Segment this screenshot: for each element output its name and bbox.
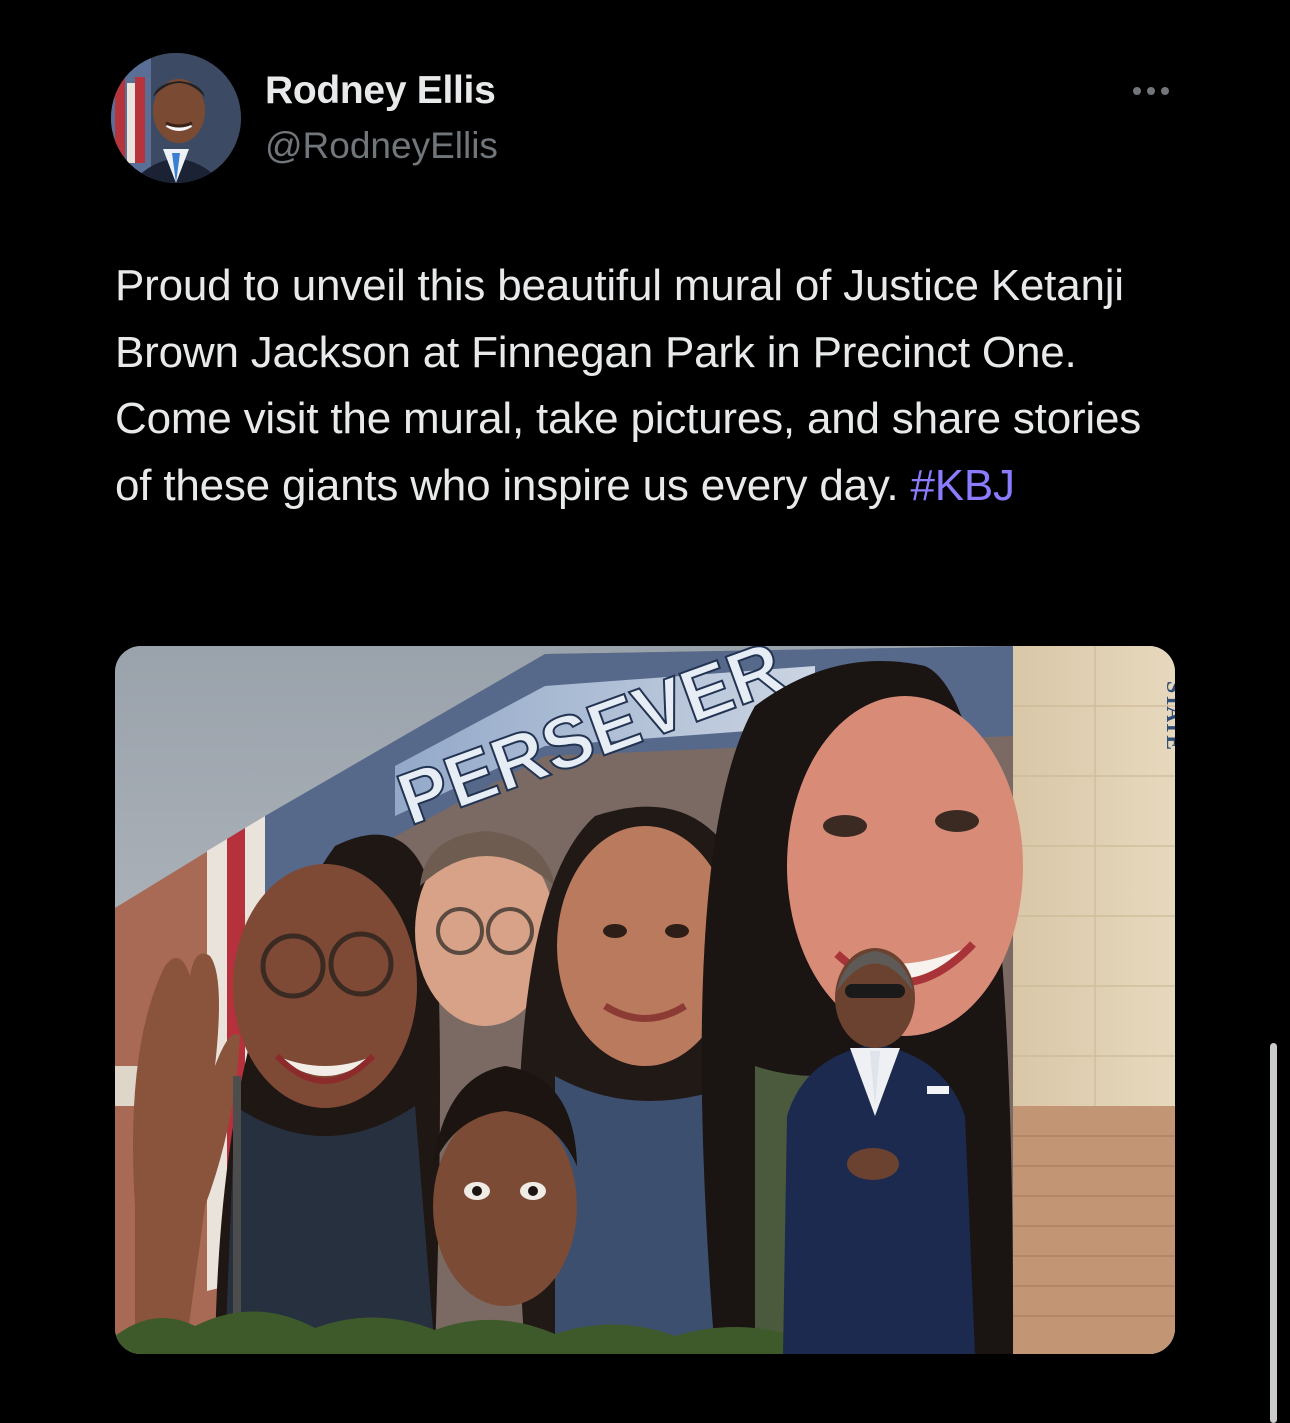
tweet-media-image[interactable]: STATE PERSEVER — [115, 646, 1175, 1354]
avatar-photo — [111, 53, 241, 183]
author-avatar[interactable] — [111, 53, 241, 183]
tweet-text: Proud to unveil this beautiful mural of … — [115, 253, 1175, 519]
author-handle[interactable]: @RodneyEllis — [265, 122, 498, 170]
building-sign: STATE — [1162, 681, 1175, 750]
mural-photo: STATE PERSEVER — [115, 646, 1175, 1354]
tweet: Rodney Ellis @RodneyEllis Proud to unvei… — [0, 0, 1290, 1423]
author-display-name[interactable]: Rodney Ellis — [265, 66, 496, 116]
ellipsis-icon — [1133, 87, 1169, 95]
scrollbar[interactable] — [1270, 1043, 1277, 1423]
hashtag-link[interactable]: #KBJ — [910, 461, 1015, 510]
more-options-button[interactable] — [1128, 76, 1174, 106]
